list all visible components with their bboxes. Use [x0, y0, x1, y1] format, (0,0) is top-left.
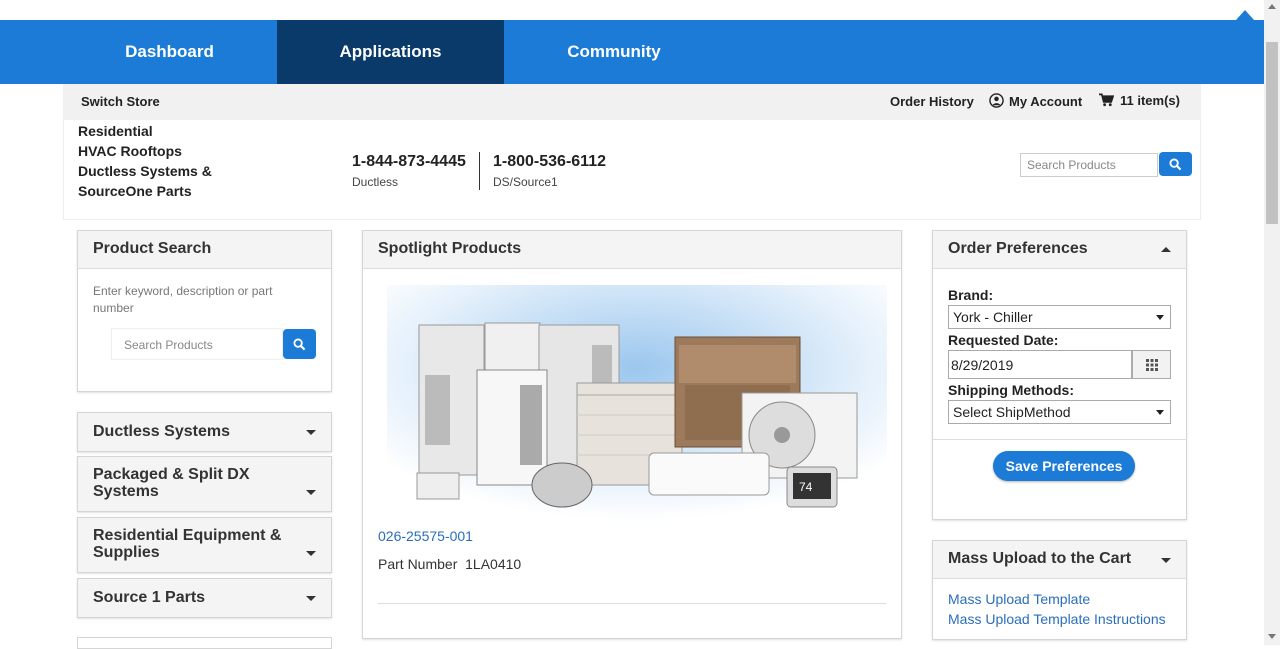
product-search-button[interactable]	[283, 329, 316, 359]
category-ductless-systems[interactable]: Ductless Systems	[77, 412, 332, 452]
brand-line: SourceOne Parts	[78, 183, 192, 199]
category-label: Packaged & Split DX Systems	[93, 466, 250, 500]
panel-title: Product Search	[78, 231, 331, 269]
phone-number: 1-800-536-6112	[493, 153, 606, 170]
scroll-up-arrow-icon[interactable]	[1268, 4, 1276, 9]
brand-title: Residential HVAC Rooftops Ductless Syste…	[78, 121, 212, 201]
phone-divider	[479, 152, 480, 190]
scroll-down-arrow-icon[interactable]	[1268, 634, 1276, 639]
chevron-down-icon	[306, 596, 316, 601]
phone-label: DS/Source1	[493, 175, 558, 189]
chevron-down-icon	[306, 490, 316, 495]
brand-line: Residential	[78, 123, 153, 139]
part-number-row: Part Number 1LA0410	[378, 556, 521, 572]
chevron-up-icon	[1161, 247, 1171, 252]
product-search-input[interactable]: Search Products	[111, 328, 283, 360]
phone-source1: 1-800-536-6112 DS/Source1	[493, 153, 606, 189]
brand-line: Ductless Systems &	[78, 163, 212, 179]
utility-bar: Switch Store Order History My Account 11…	[63, 84, 1201, 120]
tab-applications[interactable]: Applications	[277, 20, 504, 84]
divider	[933, 439, 1186, 440]
search-icon	[293, 337, 306, 350]
user-circle-icon	[989, 93, 1004, 108]
part-number-label: Part Number	[378, 556, 458, 572]
panel-title: Spotlight Products	[363, 231, 901, 269]
phone-number: 1-844-873-4445	[352, 153, 466, 170]
switch-store-link[interactable]: Switch Store	[81, 94, 160, 109]
calendar-button[interactable]	[1132, 350, 1171, 379]
calendar-icon	[1145, 358, 1158, 371]
panel-title: Mass Upload to the Cart	[948, 550, 1132, 567]
header-search-input[interactable]: Search Products	[1020, 153, 1158, 177]
next-panel-edge	[77, 637, 332, 649]
mass-upload-instructions-link[interactable]: Mass Upload Template Instructions	[948, 611, 1166, 627]
select-arrow-icon	[1156, 410, 1164, 415]
category-label: Source 1 Parts	[93, 589, 206, 606]
brand-select[interactable]: York - Chiller	[948, 305, 1171, 329]
cart-icon	[1099, 93, 1115, 107]
header-search-button[interactable]	[1159, 152, 1192, 176]
scrollbar-thumb[interactable]	[1266, 42, 1278, 224]
search-hint: Enter keyword, description or part numbe…	[93, 284, 273, 315]
category-source-1-parts[interactable]: Source 1 Parts	[77, 578, 332, 618]
category-residential-equipment[interactable]: Residential Equipment & Supplies	[77, 517, 332, 573]
brand-label: Brand:	[948, 287, 994, 303]
shipping-method-value: Select ShipMethod	[953, 404, 1071, 420]
requested-date-label: Requested Date:	[948, 332, 1059, 348]
category-label: Residential Equipment & Supplies	[93, 527, 282, 561]
main-nav: Dashboard Applications Community	[0, 20, 1264, 84]
caret-up-icon	[1236, 10, 1254, 20]
hvac-product-image[interactable]: 74	[387, 285, 887, 521]
category-label: Ductless Systems	[93, 423, 230, 440]
brand-select-value: York - Chiller	[953, 309, 1033, 325]
cart-link[interactable]: 11 item(s)	[1099, 93, 1180, 108]
shipping-methods-label: Shipping Methods:	[948, 382, 1074, 398]
order-preferences-header[interactable]: Order Preferences	[933, 231, 1186, 269]
mass-upload-header[interactable]: Mass Upload to the Cart	[933, 541, 1186, 579]
product-link[interactable]: 026-25575-001	[378, 528, 473, 544]
product-search-panel: Product Search Enter keyword, descriptio…	[77, 230, 332, 392]
requested-date-input[interactable]: 8/29/2019	[948, 350, 1132, 379]
chevron-down-icon	[306, 430, 316, 435]
brand-line: HVAC Rooftops	[78, 143, 182, 159]
divider	[378, 603, 886, 604]
order-history-link[interactable]: Order History	[890, 94, 974, 109]
order-preferences-panel: Order Preferences Brand: York - Chiller …	[932, 230, 1187, 520]
chevron-down-icon	[306, 551, 316, 556]
select-arrow-icon	[1156, 315, 1164, 320]
my-account-link[interactable]: My Account	[989, 93, 1082, 109]
cart-count: 11 item(s)	[1120, 93, 1180, 108]
mass-upload-panel: Mass Upload to the Cart Mass Upload Temp…	[932, 540, 1187, 640]
category-packaged-split-dx[interactable]: Packaged & Split DX Systems	[77, 456, 332, 512]
phone-ductless: 1-844-873-4445 Ductless	[352, 153, 466, 189]
part-number-value: 1LA0410	[465, 556, 522, 572]
save-preferences-button[interactable]: Save Preferences	[993, 451, 1135, 481]
tab-community[interactable]: Community	[504, 20, 724, 84]
phone-label: Ductless	[352, 175, 399, 189]
chevron-down-icon	[1161, 558, 1171, 563]
search-icon	[1169, 157, 1182, 170]
tab-dashboard[interactable]: Dashboard	[62, 20, 277, 84]
spotlight-panel: Spotlight Products 74 026-25575-001 Part…	[362, 230, 902, 639]
site-header: Residential HVAC Rooftops Ductless Syste…	[63, 120, 1201, 220]
top-strip	[0, 0, 1264, 20]
mass-upload-template-link[interactable]: Mass Upload Template	[948, 591, 1090, 607]
shipping-method-select[interactable]: Select ShipMethod	[948, 400, 1171, 424]
panel-title: Order Preferences	[948, 240, 1088, 257]
thermostat-reading: 74	[799, 480, 813, 494]
my-account-label: My Account	[1009, 94, 1083, 109]
